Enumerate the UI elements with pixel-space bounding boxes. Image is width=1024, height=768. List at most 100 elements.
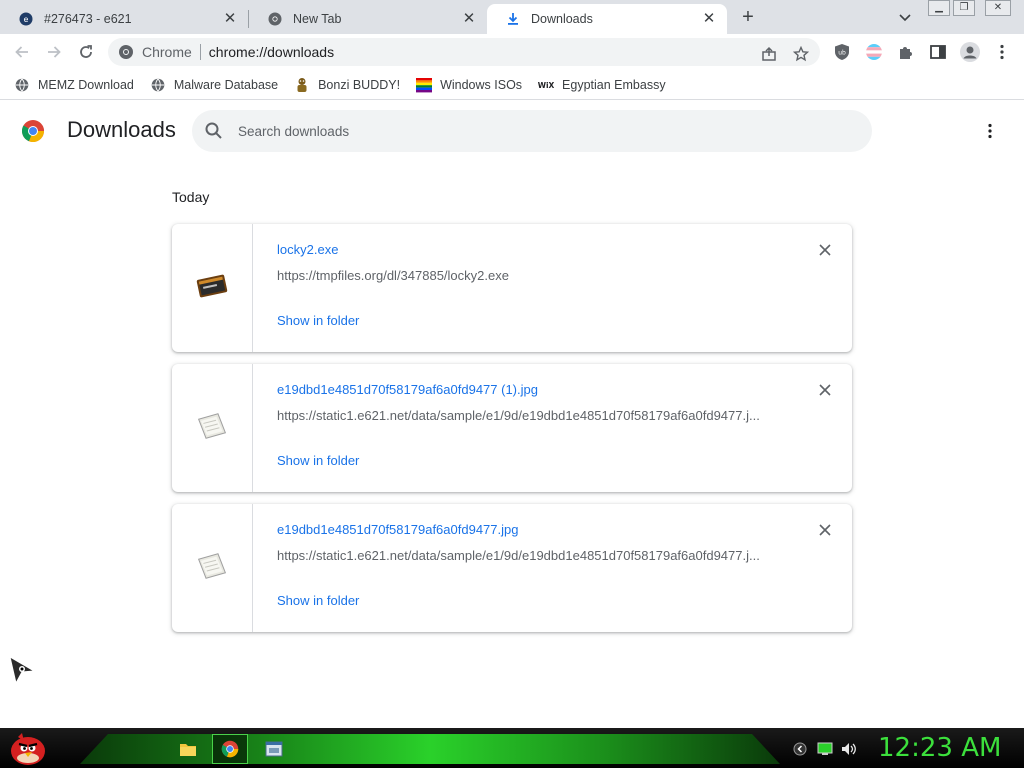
- file-name-link[interactable]: e19dbd1e4851d70f58179af6a0fd9477.jpg: [277, 522, 518, 537]
- profile-avatar-icon[interactable]: [959, 41, 981, 63]
- taskbar-clock[interactable]: 12:23 AM: [878, 733, 1001, 763]
- close-window-button[interactable]: ✕: [985, 0, 1011, 16]
- bookmark-label: Bonzi BUDDY!: [318, 77, 401, 92]
- close-icon[interactable]: ✕: [701, 11, 717, 27]
- bookmark-malware-database[interactable]: Malware Database: [150, 77, 278, 93]
- download-item: locky2.exe https://tmpfiles.org/dl/34788…: [172, 224, 852, 352]
- minimize-button[interactable]: ▁: [928, 0, 950, 16]
- bookmarks-bar: MEMZ Download Malware Database Bonzi BUD…: [0, 70, 1024, 100]
- back-button[interactable]: [11, 41, 33, 63]
- image-file-icon: [195, 411, 229, 446]
- tab-title: New Tab: [293, 12, 342, 26]
- page-title: Downloads: [67, 117, 176, 142]
- chrome-icon: [267, 11, 283, 27]
- volume-icon[interactable]: [841, 741, 857, 757]
- maximize-button[interactable]: ❐: [953, 0, 975, 16]
- file-icon-cell: [172, 224, 253, 352]
- close-icon[interactable]: [817, 382, 833, 398]
- image-file-icon: [195, 551, 229, 586]
- svg-text:WiX: WiX: [538, 81, 554, 90]
- file-source-url[interactable]: https://tmpfiles.org/dl/347885/locky2.ex…: [277, 268, 509, 283]
- search-input[interactable]: [238, 123, 838, 139]
- close-icon[interactable]: ✕: [461, 11, 477, 27]
- angry-bird-icon: [11, 733, 45, 765]
- toolbar: Chrome chrome://downloads ub: [0, 34, 1024, 70]
- share-icon[interactable]: [760, 45, 778, 63]
- search-box[interactable]: [192, 110, 872, 152]
- mouse-cursor-icon: [8, 655, 36, 685]
- windows-flag-icon: [416, 77, 433, 93]
- taskbar: [0, 728, 1024, 768]
- show-in-folder-link[interactable]: Show in folder: [277, 593, 359, 608]
- bookmark-label: Egyptian Embassy: [562, 77, 666, 92]
- bookmark-label: Malware Database: [173, 77, 279, 92]
- e621-icon: e: [18, 11, 34, 27]
- reload-button[interactable]: [75, 41, 97, 63]
- taskbar-window-button[interactable]: [256, 734, 292, 764]
- bookmark-windows-isos[interactable]: Windows ISOs: [416, 77, 522, 93]
- bookmark-label: Windows ISOs: [440, 77, 523, 92]
- window-icon: [265, 741, 283, 757]
- tab-new-tab[interactable]: New Tab ✕: [249, 4, 487, 34]
- tray-chevron-icon[interactable]: [792, 741, 808, 757]
- reload-icon: [80, 45, 92, 58]
- tab-downloads[interactable]: Downloads ✕: [487, 4, 727, 34]
- bonzi-icon: [294, 77, 310, 93]
- show-in-folder-link[interactable]: Show in folder: [277, 313, 359, 328]
- back-arrow-icon: [15, 46, 28, 58]
- globe-icon: [150, 77, 166, 93]
- chrome-icon: [221, 740, 239, 758]
- file-name-link[interactable]: locky2.exe: [277, 242, 338, 257]
- bookmark-label: MEMZ Download: [38, 77, 134, 92]
- bookmark-egyptian-embassy[interactable]: WiX Egyptian Embassy: [538, 77, 666, 93]
- show-in-folder-link[interactable]: Show in folder: [277, 453, 359, 468]
- new-tab-button[interactable]: +: [737, 6, 759, 28]
- address-bar[interactable]: Chrome chrome://downloads: [108, 38, 820, 66]
- extensions-puzzle-icon[interactable]: [897, 43, 915, 61]
- ublock-icon[interactable]: ub: [833, 43, 851, 61]
- bookmark-memz-download[interactable]: MEMZ Download: [14, 77, 134, 93]
- file-source-url[interactable]: https://static1.e621.net/data/sample/e1/…: [277, 548, 760, 563]
- side-panel-icon[interactable]: [929, 43, 947, 61]
- chevron-down-icon[interactable]: [897, 9, 913, 25]
- download-item: e19dbd1e4851d70f58179af6a0fd9477 (1).jpg…: [172, 364, 852, 492]
- file-icon-cell: [172, 504, 253, 632]
- globe-icon: [14, 77, 30, 93]
- omnibox-divider: [199, 44, 201, 60]
- close-icon[interactable]: ✕: [222, 11, 238, 27]
- forward-arrow-icon: [48, 46, 61, 58]
- file-name-link[interactable]: e19dbd1e4851d70f58179af6a0fd9477 (1).jpg: [277, 382, 538, 397]
- tab-title: #276473 - e621: [44, 12, 132, 26]
- close-icon[interactable]: [817, 242, 833, 258]
- close-icon[interactable]: [817, 522, 833, 538]
- start-button[interactable]: [6, 729, 50, 767]
- taskbar-chrome-button[interactable]: [212, 734, 248, 764]
- download-icon: [505, 11, 521, 27]
- more-vert-icon[interactable]: [993, 43, 1011, 61]
- search-icon: [204, 121, 224, 141]
- wix-icon: WiX: [538, 77, 554, 93]
- bookmark-star-icon[interactable]: [792, 45, 810, 63]
- forward-button[interactable]: [43, 41, 65, 63]
- tab-e621[interactable]: e #276473 - e621 ✕: [0, 4, 248, 34]
- downloads-header: Downloads: [0, 101, 1024, 161]
- trans-flag-extension-icon[interactable]: [865, 43, 883, 61]
- tab-title: Downloads: [531, 12, 593, 26]
- taskbar-explorer-button[interactable]: [170, 734, 206, 764]
- svg-text:ub: ub: [838, 50, 846, 57]
- date-section-label: Today: [172, 189, 210, 205]
- file-source-url[interactable]: https://static1.e621.net/data/sample/e1/…: [277, 408, 760, 423]
- site-chip-label: Chrome: [142, 44, 192, 60]
- tray-monitor-icon[interactable]: [817, 741, 833, 757]
- folder-icon: [180, 744, 196, 756]
- tab-strip: e #276473 - e621 ✕ New Tab ✕ Downloads ✕…: [0, 0, 1024, 34]
- url-text[interactable]: chrome://downloads: [209, 44, 334, 60]
- file-icon-cell: [172, 364, 253, 492]
- chrome-icon: [118, 44, 134, 60]
- site-chip[interactable]: Chrome: [108, 44, 192, 60]
- exe-file-icon: [195, 271, 229, 306]
- bookmark-bonzi-buddy[interactable]: Bonzi BUDDY!: [294, 77, 400, 93]
- chrome-logo-icon: [21, 119, 45, 143]
- more-vert-icon[interactable]: [980, 121, 1000, 141]
- download-item: e19dbd1e4851d70f58179af6a0fd9477.jpg htt…: [172, 504, 852, 632]
